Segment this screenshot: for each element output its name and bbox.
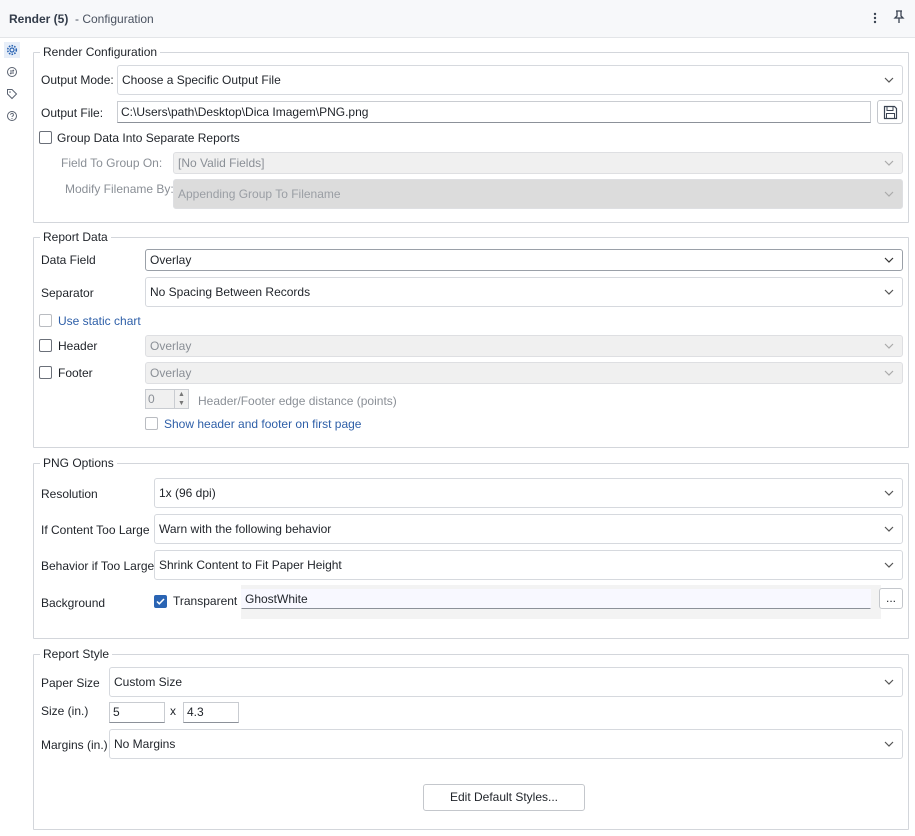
data-field-dropdown[interactable]: Overlay [145, 249, 903, 271]
chevron-down-icon [884, 66, 896, 94]
resolution-label: Resolution [41, 487, 98, 501]
field-to-group-label: Field To Group On: [61, 156, 163, 170]
floppy-disk-icon [883, 105, 898, 123]
behavior-too-large-value: Shrink Content to Fit Paper Height [159, 558, 342, 572]
window-title: Render (5) [9, 12, 69, 26]
chevron-down-icon [884, 153, 896, 173]
transparent-label: Transparent [173, 594, 238, 608]
tag-icon[interactable] [4, 86, 20, 102]
use-static-chart-checkbox[interactable] [39, 314, 52, 327]
chevron-down-icon [884, 479, 896, 507]
window-subtitle: - Configuration [75, 12, 154, 26]
field-to-group-value: [No Valid Fields] [178, 156, 265, 170]
footer-value: Overlay [150, 366, 192, 380]
footer-dropdown[interactable]: Overlay [145, 362, 903, 384]
chevron-down-icon [884, 278, 896, 306]
edit-default-styles-button[interactable]: Edit Default Styles... [423, 784, 585, 811]
paper-size-value: Custom Size [114, 675, 183, 689]
output-file-input[interactable]: C:\Users\path\Desktop\Dica Imagem\PNG.pn… [117, 101, 871, 123]
png-options-legend: PNG Options [40, 456, 117, 470]
edge-distance-spinner[interactable]: 0 ▲ ▼ [145, 389, 189, 409]
group-data-label: Group Data Into Separate Reports [57, 131, 240, 145]
color-picker-button[interactable]: ... [879, 588, 903, 609]
report-style-legend: Report Style [40, 647, 113, 661]
config-sidebar [0, 38, 24, 836]
resolution-value: 1x (96 dpi) [159, 486, 216, 500]
report-data-group: Report Data Data Field Overlay Separator… [33, 230, 909, 448]
margins-label: Margins (in.) [41, 738, 108, 752]
content-too-large-label: If Content Too Large [41, 523, 150, 537]
edge-distance-label: Header/Footer edge distance (points) [198, 394, 397, 408]
behavior-too-large-label: Behavior if Too Large [41, 559, 155, 573]
header-dropdown[interactable]: Overlay [145, 335, 903, 357]
report-data-legend: Report Data [40, 230, 111, 244]
chevron-down-icon [884, 363, 896, 383]
size-label: Size (in.) [41, 704, 89, 718]
use-static-chart-label: Use static chart [58, 314, 141, 328]
header-label: Header [58, 339, 98, 353]
edge-distance-value: 0 [148, 392, 155, 406]
output-mode-dropdown[interactable]: Choose a Specific Output File [117, 65, 903, 95]
render-configuration-group: Render Configuration Output Mode: Choose… [33, 45, 909, 223]
spinner-arrows-icon[interactable]: ▲ ▼ [174, 390, 188, 408]
content-too-large-dropdown[interactable]: Warn with the following behavior [154, 514, 903, 544]
data-field-value: Overlay [150, 253, 192, 267]
more-vertical-icon[interactable] [865, 8, 885, 30]
behavior-too-large-dropdown[interactable]: Shrink Content to Fit Paper Height [154, 550, 903, 580]
output-mode-label: Output Mode: [41, 73, 114, 87]
modify-filename-label: Modify Filename By: [65, 182, 174, 196]
paper-width-input[interactable]: 5 [109, 702, 165, 723]
modify-filename-dropdown[interactable]: Appending Group To Filename [173, 179, 903, 209]
background-color-input[interactable]: GhostWhite [241, 589, 871, 609]
header-checkbox[interactable] [39, 339, 52, 352]
modify-filename-value: Appending Group To Filename [178, 187, 341, 201]
content-too-large-value: Warn with the following behavior [159, 522, 332, 536]
chevron-down-icon [884, 180, 896, 208]
transparent-checkbox[interactable] [154, 595, 167, 608]
connection-icon[interactable] [4, 64, 20, 80]
checkmark-icon [156, 598, 165, 605]
report-style-group: Report Style Paper Size Custom Size Size… [33, 647, 909, 830]
footer-label: Footer [58, 366, 93, 380]
margins-value: No Margins [114, 737, 176, 751]
help-icon[interactable] [4, 108, 20, 124]
separator-value: No Spacing Between Records [150, 285, 311, 299]
group-data-checkbox[interactable] [39, 131, 52, 144]
footer-checkbox[interactable] [39, 366, 52, 379]
png-options-group: PNG Options Resolution 1x (96 dpi) If Co… [33, 456, 909, 639]
data-field-label: Data Field [41, 253, 96, 267]
paper-size-dropdown[interactable]: Custom Size [109, 667, 903, 697]
background-label: Background [41, 596, 106, 610]
size-x-label: x [170, 704, 176, 718]
chevron-down-icon [884, 668, 896, 696]
chevron-down-icon [884, 551, 896, 579]
separator-label: Separator [41, 286, 94, 300]
field-to-group-dropdown[interactable]: [No Valid Fields] [173, 152, 903, 174]
show-first-page-checkbox[interactable] [145, 417, 158, 430]
gear-icon[interactable] [4, 42, 20, 58]
render-configuration-legend: Render Configuration [40, 45, 161, 59]
pin-icon[interactable] [889, 8, 909, 30]
chevron-down-icon [884, 515, 896, 543]
output-mode-value: Choose a Specific Output File [122, 73, 281, 87]
paper-size-label: Paper Size [41, 676, 100, 690]
title-bar: Render (5) - Configuration [0, 0, 915, 38]
chevron-down-icon [884, 336, 896, 356]
margins-dropdown[interactable]: No Margins [109, 729, 903, 759]
save-file-button[interactable] [877, 100, 903, 124]
paper-height-input[interactable]: 4.3 [183, 702, 239, 723]
output-file-label: Output File: [41, 106, 104, 120]
resolution-dropdown[interactable]: 1x (96 dpi) [154, 478, 903, 508]
chevron-down-icon [884, 250, 896, 270]
separator-dropdown[interactable]: No Spacing Between Records [145, 277, 903, 307]
show-first-page-label: Show header and footer on first page [164, 417, 362, 431]
chevron-down-icon [884, 730, 896, 758]
header-value: Overlay [150, 339, 192, 353]
